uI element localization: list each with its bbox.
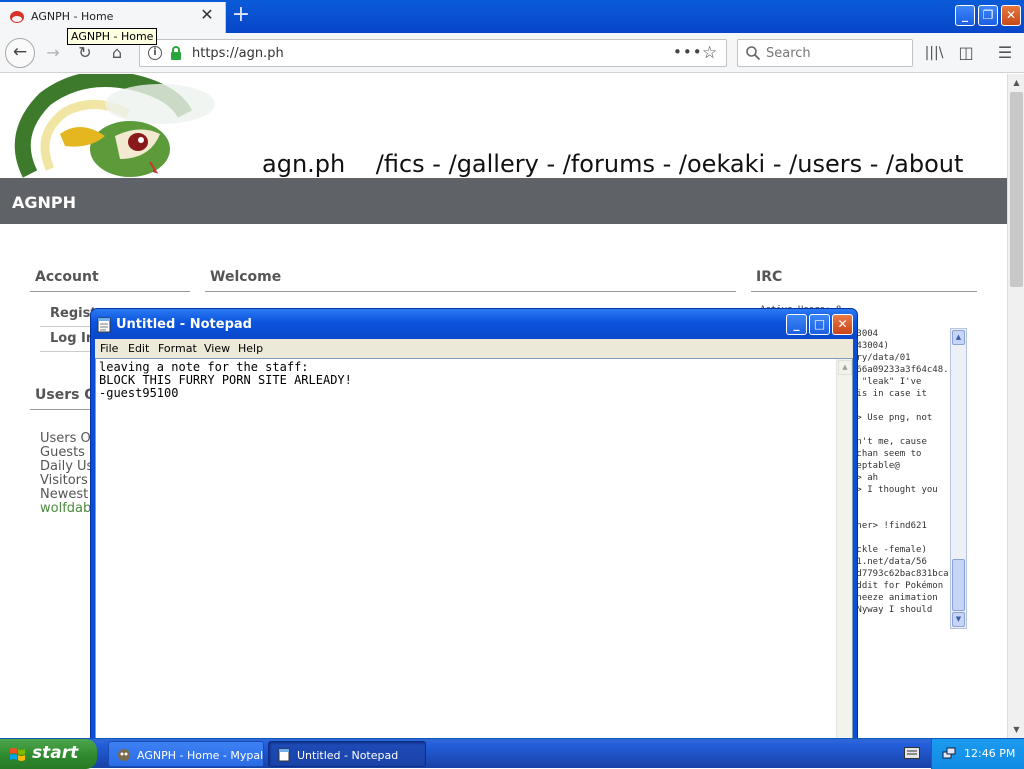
page-scroll-thumb[interactable] — [1010, 92, 1023, 287]
scroll-thumb[interactable] — [952, 559, 965, 611]
forward-arrow-icon[interactable]: → — [43, 43, 63, 63]
back-arrow-icon[interactable]: ← — [5, 38, 35, 68]
url-bar[interactable]: i https://agn.ph ••• ☆ — [139, 39, 727, 67]
site-banner: AGNPH — [0, 178, 1007, 224]
nav-separator: - — [662, 150, 672, 178]
browser-close-button[interactable]: ✕ — [1001, 5, 1021, 26]
search-icon — [746, 46, 761, 61]
browser-minimize-button[interactable]: _ — [955, 5, 975, 26]
scroll-up-arrow-icon[interactable]: ▲ — [952, 330, 965, 345]
sidebar-icon[interactable]: ◫ — [956, 43, 976, 63]
site-favicon-icon — [10, 11, 24, 23]
taskbar-item-browser[interactable]: AGNPH - Home - Mypal — [108, 741, 264, 767]
nav-separator: - — [546, 150, 556, 178]
notepad-close-button[interactable]: ✕ — [832, 314, 853, 335]
info-icon[interactable]: i — [148, 46, 162, 60]
notepad-title-bar[interactable]: Untitled - Notepad _ □ ✕ — [91, 309, 857, 339]
newest-user-link[interactable]: wolfdab — [40, 501, 91, 516]
nav-oekaki-link[interactable]: /oekaki — [679, 150, 765, 178]
snivy-mascot-logo[interactable] — [10, 74, 225, 179]
lock-icon[interactable] — [170, 46, 182, 60]
login-link[interactable]: Log In — [50, 331, 95, 346]
menu-view[interactable]: View — [204, 342, 230, 355]
start-label: start — [32, 743, 79, 763]
reload-icon[interactable]: ↻ — [75, 43, 95, 63]
menu-format[interactable]: Format — [158, 342, 197, 355]
notepad-minimize-button[interactable]: _ — [786, 314, 807, 335]
menu-edit[interactable]: Edit — [128, 342, 149, 355]
windows-taskbar: start AGNPH - Home - Mypal Untitled - No… — [0, 738, 1024, 769]
network-icon[interactable] — [942, 747, 956, 761]
home-icon[interactable]: ⌂ — [107, 43, 127, 63]
browser-restore-button[interactable]: ❐ — [978, 5, 998, 26]
scroll-down-arrow-icon[interactable]: ▼ — [1009, 722, 1024, 737]
notepad-maximize-button[interactable]: □ — [809, 314, 830, 335]
notepad-icon — [97, 317, 111, 333]
stat-guests: Guests — [40, 445, 85, 460]
menu-file[interactable]: File — [100, 342, 118, 355]
notepad-scrollbar[interactable]: ▲ — [836, 359, 852, 739]
taskbar-item-label: AGNPH - Home - Mypal — [137, 749, 264, 762]
nav-separator: - — [432, 150, 441, 178]
account-heading: Account — [30, 269, 190, 292]
notepad-menu-bar: File Edit Format View Help — [95, 339, 853, 358]
menu-hamburger-icon[interactable]: ☰ — [995, 43, 1015, 63]
windows-logo-icon — [10, 748, 25, 761]
search-input[interactable] — [766, 45, 906, 61]
search-bar[interactable] — [737, 39, 913, 67]
stat-users-online: Users O — [40, 431, 91, 446]
nav-home-link[interactable]: agn.ph — [262, 150, 345, 178]
irc-heading: IRC — [751, 269, 977, 292]
nav-separator: - — [869, 150, 879, 178]
welcome-heading: Welcome — [205, 269, 736, 292]
menu-help[interactable]: Help — [238, 342, 263, 355]
stat-daily-users: Daily Us — [40, 459, 94, 474]
tab-tooltip: AGNPH - Home — [67, 28, 158, 45]
nav-about-link[interactable]: /about — [886, 150, 963, 178]
library-icon[interactable]: |||\ — [924, 43, 944, 63]
stat-newest: Newest — [40, 487, 89, 502]
notepad-title: Untitled - Notepad — [116, 317, 252, 332]
notepad-icon — [278, 748, 290, 762]
bookmark-star-icon[interactable]: ☆ — [702, 43, 717, 63]
site-banner-title: AGNPH — [12, 193, 77, 212]
notepad-window: Untitled - Notepad _ □ ✕ File Edit Forma… — [90, 308, 858, 740]
clock: 12:46 PM — [964, 747, 1016, 760]
scroll-up-arrow-icon[interactable]: ▲ — [1009, 75, 1024, 90]
notepad-text-area[interactable]: leaving a note for the staff: BLOCK THIS… — [95, 358, 853, 740]
keyboard-icon[interactable] — [904, 747, 920, 759]
page-actions-icon[interactable]: ••• — [673, 43, 703, 61]
irc-scrollbar[interactable]: ▲ ▼ — [950, 328, 967, 629]
taskbar-item-notepad[interactable]: Untitled - Notepad — [268, 741, 426, 767]
page-scrollbar[interactable]: ▲ ▼ — [1007, 74, 1024, 738]
nav-separator: - — [772, 150, 782, 178]
mypal-browser-icon — [118, 749, 130, 761]
taskbar-item-label: Untitled - Notepad — [297, 749, 399, 762]
nav-gallery-link[interactable]: /gallery — [449, 150, 539, 178]
nav-users-link[interactable]: /users — [789, 150, 862, 178]
stat-visitors: Visitors — [40, 473, 88, 488]
tab-close-icon[interactable]: ✕ — [199, 7, 215, 23]
start-button[interactable]: start — [0, 739, 97, 769]
url-text: https://agn.ph — [192, 46, 284, 61]
tab-title: AGNPH - Home — [31, 10, 114, 23]
scroll-down-arrow-icon[interactable]: ▼ — [952, 612, 965, 627]
nav-forums-link[interactable]: /forums — [563, 150, 655, 178]
new-tab-button[interactable]: + — [231, 4, 251, 26]
site-top-navigation: agn.ph /fics - /gallery - /forums - /oek… — [262, 150, 963, 178]
notepad-content[interactable]: leaving a note for the staff: BLOCK THIS… — [99, 361, 352, 400]
nav-fics-link[interactable]: /fics — [376, 150, 425, 178]
system-tray: 12:46 PM — [931, 739, 1024, 769]
scroll-up-arrow-icon[interactable]: ▲ — [838, 360, 852, 375]
